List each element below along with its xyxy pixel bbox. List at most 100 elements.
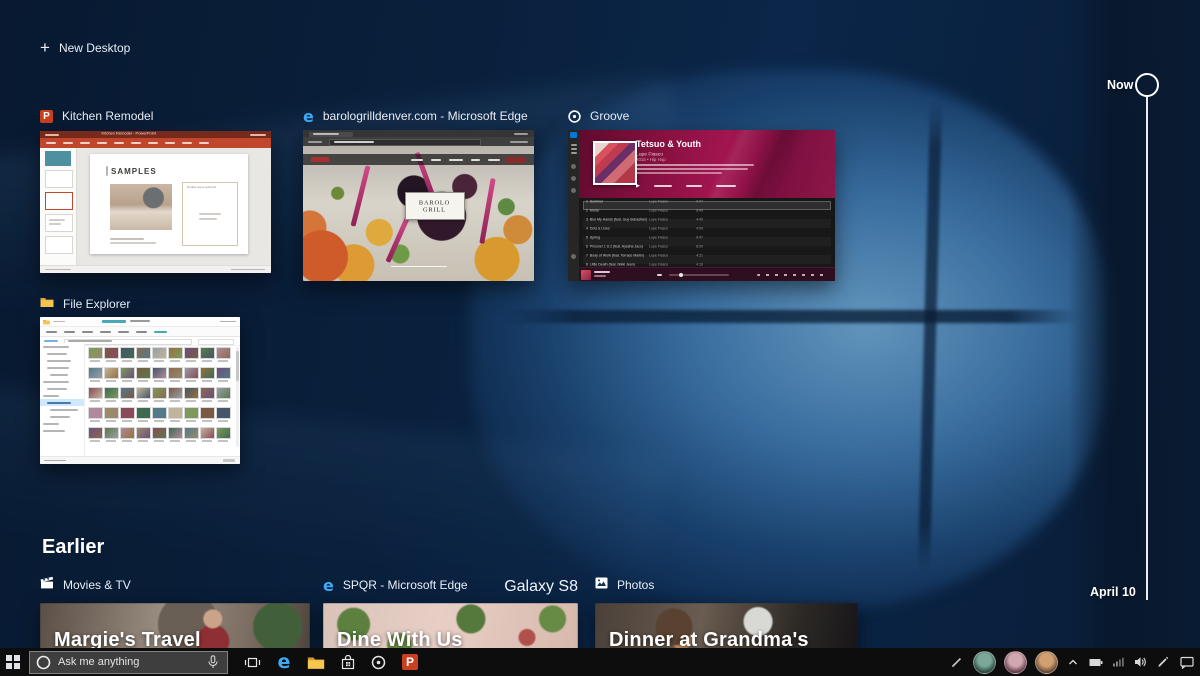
photo-thumbnail[interactable] — [200, 387, 213, 402]
store-icon — [341, 655, 355, 670]
photo-thumbnail[interactable] — [136, 427, 149, 442]
track-duration: 8:49 — [689, 208, 707, 212]
photo-thumbnail[interactable] — [88, 387, 101, 402]
photo-thumbnail[interactable] — [168, 427, 181, 442]
photo-thumbnail[interactable] — [120, 407, 133, 422]
photo-thumbnail[interactable] — [168, 347, 181, 362]
taskbar-powerpoint-button[interactable]: P — [394, 648, 426, 676]
powerpoint-icon: P — [40, 110, 53, 123]
photo-thumbnail[interactable] — [184, 407, 197, 422]
edge-address-bar — [303, 137, 534, 146]
photo-thumbnail[interactable] — [104, 387, 117, 402]
edge-window-thumbnail[interactable]: BAROLO GRILL — [303, 130, 534, 281]
tray-ink-workspace-button[interactable] — [945, 648, 969, 676]
photo-thumbnail[interactable] — [152, 407, 165, 422]
activity-title: Movies & TV — [63, 578, 131, 592]
photos-icon — [595, 576, 608, 594]
photo-thumbnail[interactable] — [88, 407, 101, 422]
photo-thumbnail[interactable] — [184, 427, 197, 442]
edge-site-navbar — [303, 154, 534, 165]
photo-thumbnail[interactable] — [120, 367, 133, 382]
photo-thumbnail[interactable] — [152, 347, 165, 362]
photo-thumbnail[interactable] — [200, 347, 213, 362]
start-button[interactable] — [0, 648, 26, 676]
tray-pen-settings-button[interactable] — [1152, 648, 1174, 676]
people-avatar[interactable] — [1004, 651, 1027, 674]
powerpoint-slide-canvas: SAMPLES Double tap to add text — [90, 154, 248, 254]
taskbar-edge-button[interactable]: e — [268, 648, 300, 676]
taskbar-groove-button[interactable] — [363, 648, 394, 676]
photo-thumbnail[interactable] — [168, 367, 181, 382]
photo-thumbnail[interactable] — [136, 367, 149, 382]
photo-thumbnail[interactable] — [152, 367, 165, 382]
photo-thumbnail[interactable] — [184, 347, 197, 362]
powerpoint-ribbon — [40, 138, 271, 148]
album-artist: Lupe Fiasco — [636, 151, 663, 157]
people-avatar[interactable] — [973, 651, 996, 674]
groove-track-list[interactable]: 1 SummerLupe Fiasco0:472 MuralLupe Fiasc… — [568, 201, 835, 273]
photo-thumbnail[interactable] — [104, 367, 117, 382]
sign-line1: BAROLO — [419, 199, 450, 206]
track-artist: Lupe Fiasco — [649, 262, 689, 266]
taskbar-store-button[interactable] — [332, 648, 363, 676]
photo-thumbnail[interactable] — [136, 407, 149, 422]
photo-thumbnail[interactable] — [120, 347, 133, 362]
photo-thumbnail[interactable] — [104, 407, 117, 422]
photo-thumbnail[interactable] — [200, 367, 213, 382]
people-avatar[interactable] — [1035, 651, 1058, 674]
photo-thumbnail[interactable] — [88, 347, 101, 362]
timeline-scrubber-handle[interactable] — [1135, 73, 1159, 97]
powerpoint-window-thumbnail[interactable]: Kitchen Remodel - PowerPoint SAMPLES Dou… — [40, 131, 271, 273]
photo-thumbnail[interactable] — [88, 367, 101, 382]
activity-header-powerpoint: P Kitchen Remodel — [40, 108, 153, 124]
groove-playback-bar[interactable] — [579, 267, 835, 281]
photo-thumbnail[interactable] — [184, 367, 197, 382]
groove-window-thumbnail[interactable]: Tetsuo & Youth Lupe Fiasco 2015 • Hip Ho… — [568, 130, 835, 281]
photo-thumbnail[interactable] — [184, 387, 197, 402]
photo-thumbnail[interactable] — [88, 427, 101, 442]
new-desktop-button[interactable]: + New Desktop — [40, 40, 130, 56]
microphone-icon[interactable] — [207, 655, 219, 674]
tray-volume-button[interactable] — [1129, 648, 1152, 676]
track-artist: Lupe Fiasco — [649, 235, 689, 239]
photo-thumbnail[interactable] — [104, 427, 117, 442]
photo-thumbnail[interactable] — [216, 427, 229, 442]
sign-line2: GRILL — [419, 206, 450, 213]
track-artist: Lupe Fiasco — [649, 199, 689, 203]
groove-header-buttons[interactable]: ▶ — [636, 183, 736, 189]
battery-icon — [1089, 658, 1103, 667]
task-view-button[interactable] — [237, 648, 268, 676]
photo-thumbnail[interactable] — [216, 347, 229, 362]
photo-thumbnail[interactable] — [168, 407, 181, 422]
photo-thumbnail[interactable] — [168, 387, 181, 402]
action-center-button[interactable] — [1174, 648, 1200, 676]
file-explorer-window-thumbnail[interactable] — [40, 317, 240, 464]
photo-thumbnail[interactable] — [120, 387, 133, 402]
photo-thumbnail[interactable] — [120, 427, 133, 442]
track-artist: Lupe Fiasco — [649, 244, 689, 248]
timeline-track[interactable] — [1146, 97, 1148, 600]
slide-text-placeholder: Double tap to add text — [182, 182, 238, 246]
album-meta: 2015 • Hip Hop — [636, 157, 666, 162]
photo-thumbnail[interactable] — [152, 427, 165, 442]
photo-thumbnail[interactable] — [136, 347, 149, 362]
cortana-search-box[interactable]: Ask me anything — [29, 651, 228, 674]
slide-kitchen-photo — [110, 184, 172, 230]
track-title: 4 Dots & Lines — [583, 226, 649, 230]
photo-thumbnail[interactable] — [152, 387, 165, 402]
taskbar-file-explorer-button[interactable] — [300, 648, 332, 676]
taskbar-people-avatars — [969, 651, 1062, 674]
photo-thumbnail[interactable] — [104, 347, 117, 362]
photo-thumbnail[interactable] — [200, 407, 213, 422]
plus-icon: + — [40, 41, 50, 55]
photo-thumbnail[interactable] — [136, 387, 149, 402]
barolo-grill-sign: BAROLO GRILL — [405, 192, 465, 220]
photo-thumbnail[interactable] — [216, 387, 229, 402]
photo-thumbnail[interactable] — [216, 367, 229, 382]
tray-show-hidden-icons-button[interactable] — [1062, 648, 1084, 676]
timeline-date-label: April 10 — [1090, 585, 1136, 599]
tray-network-button[interactable] — [1107, 648, 1129, 676]
photo-thumbnail[interactable] — [200, 427, 213, 442]
photo-thumbnail[interactable] — [216, 407, 229, 422]
tray-battery-button[interactable] — [1084, 648, 1107, 676]
